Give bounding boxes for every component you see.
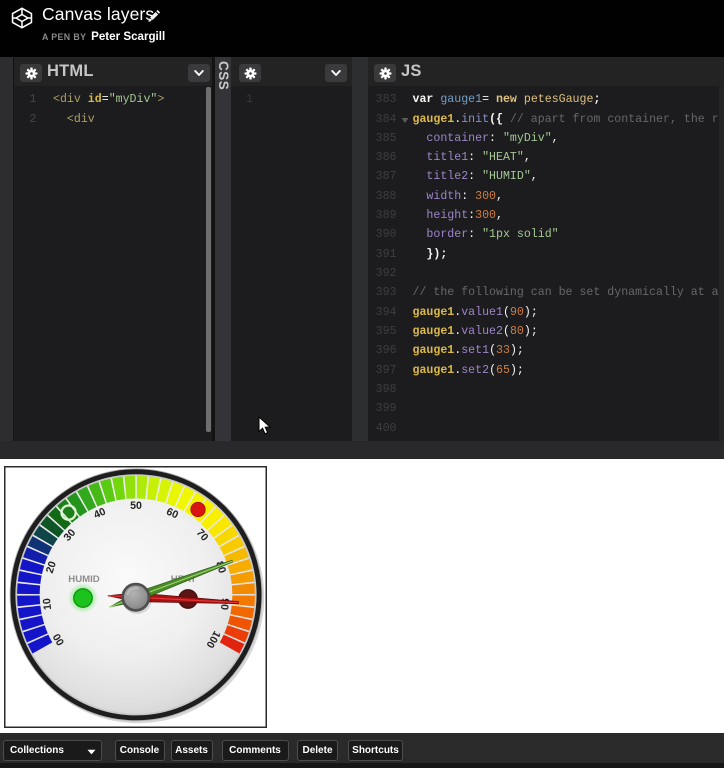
svg-text:50: 50	[130, 500, 142, 512]
svg-text:10: 10	[41, 598, 54, 611]
svg-text:90: 90	[218, 598, 231, 611]
